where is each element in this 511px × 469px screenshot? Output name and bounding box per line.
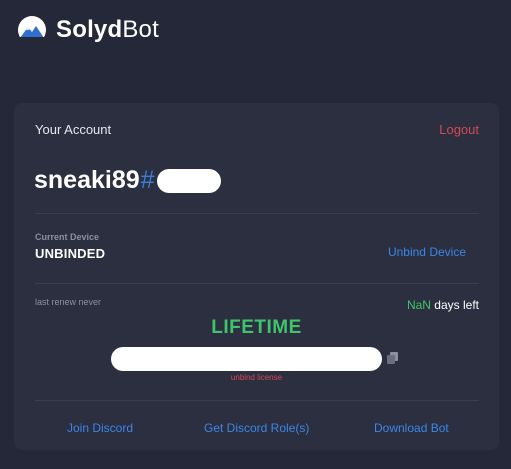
app-header: SolydBot [16,14,159,46]
divider [35,283,479,284]
redacted-discriminator [156,168,221,193]
license-type: LIFETIME [211,317,302,338]
license-key-row [111,347,401,371]
current-device-value: UNBINDED [35,246,106,261]
divider [35,213,479,214]
days-left-value: NaN [406,298,431,312]
logout-link[interactable]: Logout [439,122,479,137]
days-left: NaN days left [407,298,479,312]
brand-name: SolydBot [56,16,159,44]
days-left-suffix: days left [434,298,479,312]
discriminator-hash: # [140,166,155,194]
brand-name-regular: Bot [122,16,159,43]
current-device-label: Current Device [35,232,100,242]
unbind-license-link[interactable]: unbind license [14,373,499,382]
mountain-logo-icon [18,16,46,46]
get-discord-role-link[interactable]: Get Discord Role(s) [204,421,309,435]
account-label: Your Account [35,122,112,137]
copy-icon[interactable] [387,352,398,364]
username-text: sneaki89 [34,166,140,194]
unbind-device-button[interactable]: Unbind Device [388,245,466,259]
divider [35,400,479,401]
download-bot-link[interactable]: Download Bot [374,421,449,435]
join-discord-link[interactable]: Join Discord [67,421,133,435]
account-card: Your Account Logout sneaki89 # Current De… [14,103,499,450]
username: sneaki89 # [34,166,221,195]
redacted-license-key[interactable] [111,347,382,371]
brand-name-bold: Solyd [56,16,123,43]
last-renew-text: last renew never [35,297,102,307]
